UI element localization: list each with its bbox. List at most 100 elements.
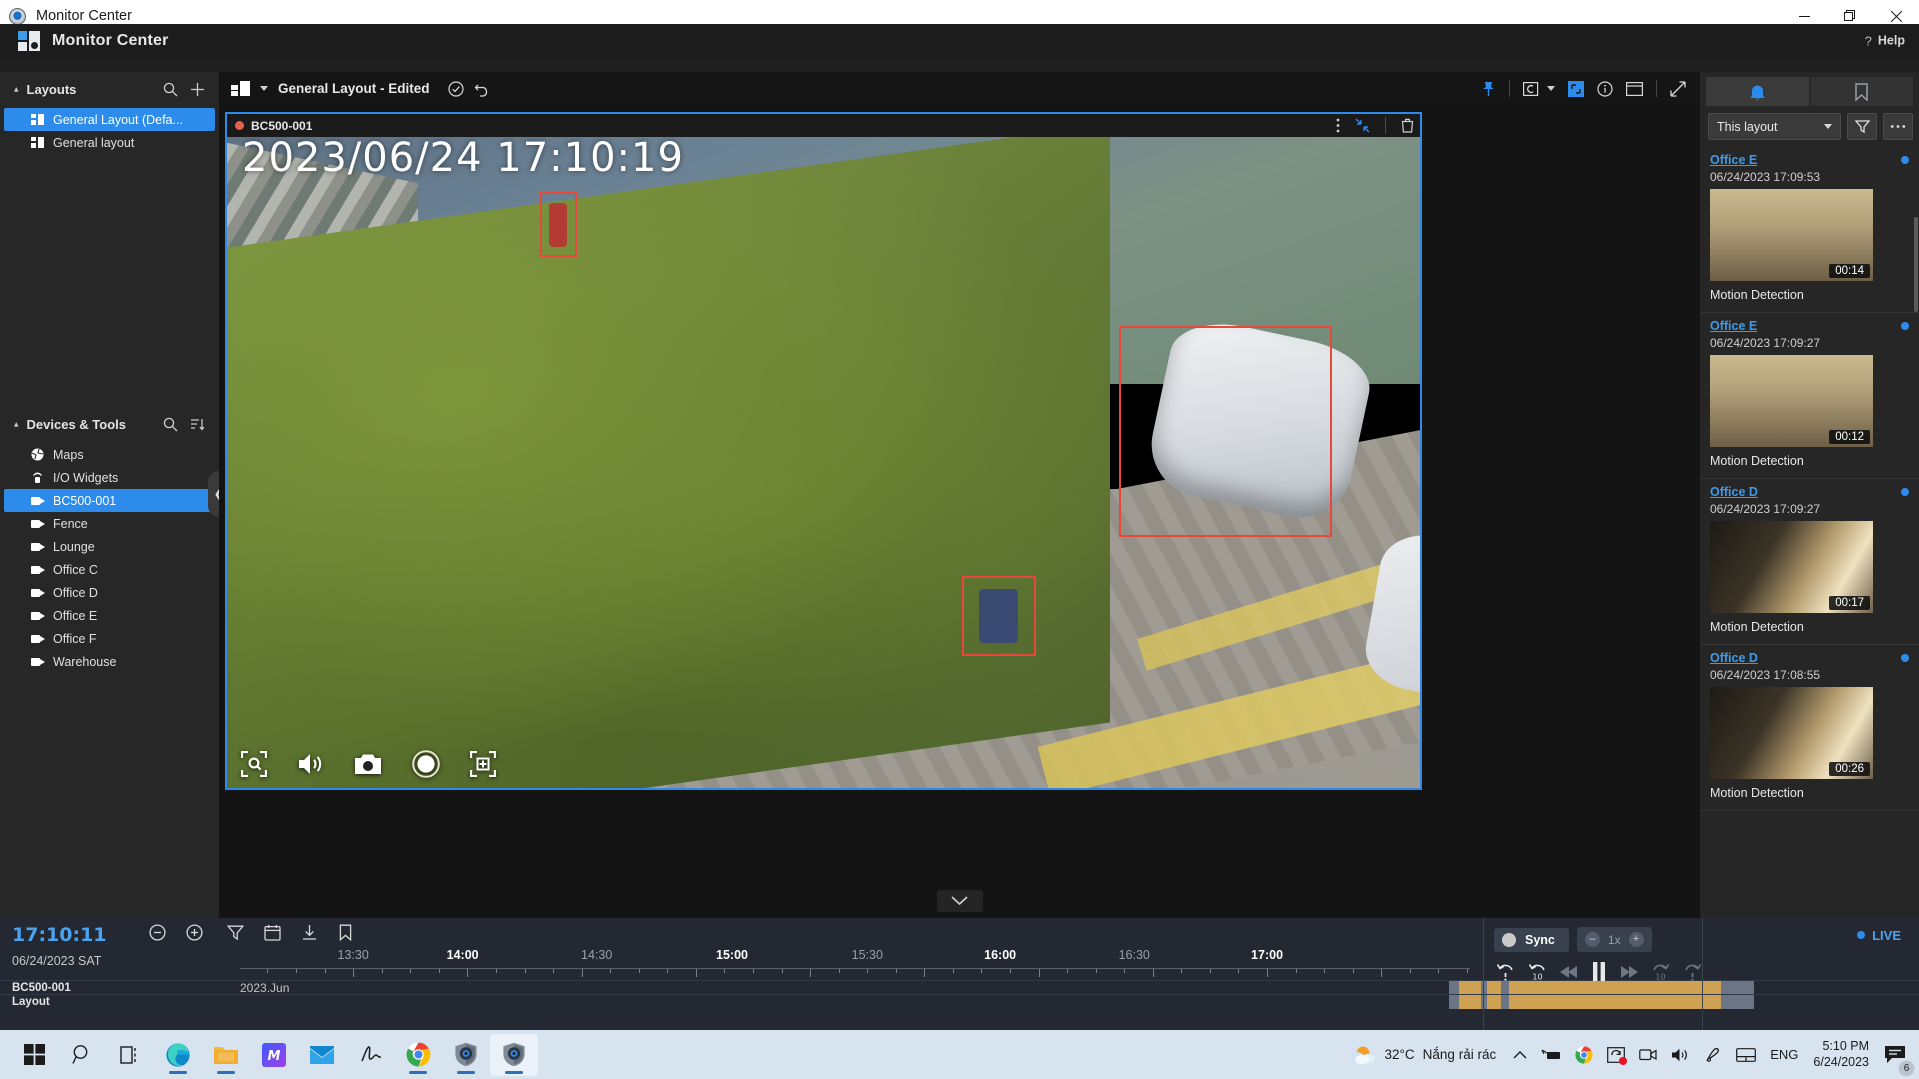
c-badge-icon[interactable] xyxy=(1523,81,1541,96)
mail-button[interactable] xyxy=(298,1034,346,1076)
sidebar-item-lounge[interactable]: Lounge xyxy=(4,535,215,558)
sidebar-item-office-e[interactable]: Office E xyxy=(4,604,215,627)
event-thumbnail[interactable]: 00:26 xyxy=(1710,687,1873,779)
pen-button[interactable] xyxy=(346,1034,394,1076)
search-icon[interactable] xyxy=(161,80,180,99)
sidebar-item-fence[interactable]: Fence xyxy=(4,512,215,535)
events-filter-button[interactable] xyxy=(1847,113,1877,140)
calendar-icon[interactable] xyxy=(263,924,281,946)
pause-icon[interactable] xyxy=(1591,962,1607,981)
speed-decrease-button[interactable]: – xyxy=(1584,932,1600,947)
task-view-button[interactable] xyxy=(106,1034,154,1076)
download-icon[interactable] xyxy=(301,924,318,946)
record-icon[interactable] xyxy=(412,750,440,778)
event-card[interactable]: Office D 06/24/2023 17:08:55 00:26 Motio… xyxy=(1700,645,1919,811)
chevron-down-icon[interactable] xyxy=(1547,86,1555,91)
sync-toggle[interactable]: Sync xyxy=(1494,927,1569,952)
snapshot-icon[interactable] xyxy=(354,753,382,775)
monitor-center-button-1[interactable] xyxy=(442,1034,490,1076)
trash-icon[interactable] xyxy=(1401,118,1414,133)
sync-tray-icon[interactable] xyxy=(1600,1034,1632,1076)
event-card[interactable]: Office D 06/24/2023 17:09:27 00:17 Motio… xyxy=(1700,479,1919,645)
pen-tray-icon[interactable] xyxy=(1697,1034,1729,1076)
more-vertical-icon[interactable] xyxy=(1336,118,1340,133)
expand-diagonal-icon[interactable] xyxy=(1670,80,1686,97)
edge-button[interactable] xyxy=(154,1034,202,1076)
expand-timeline-button[interactable] xyxy=(936,890,983,912)
devices-panel-header[interactable]: ▾ Devices & Tools xyxy=(0,407,219,441)
touchpad-tray-icon[interactable] xyxy=(1729,1034,1763,1076)
bookmarks-tab[interactable] xyxy=(1810,77,1913,106)
fast-forward-icon[interactable] xyxy=(1620,965,1638,979)
notifications-tab[interactable] xyxy=(1706,77,1809,106)
sidebar-item-io-widgets[interactable]: I/O Widgets xyxy=(4,466,215,489)
sidebar-item-office-f[interactable]: Office F xyxy=(4,627,215,650)
events-more-button[interactable] xyxy=(1883,113,1913,140)
event-card[interactable]: Office E 06/24/2023 17:09:27 00:12 Motio… xyxy=(1700,313,1919,479)
sidebar-item-warehouse[interactable]: Warehouse xyxy=(4,650,215,673)
show-hidden-icons-button[interactable] xyxy=(1506,1034,1534,1076)
chrome-button[interactable] xyxy=(394,1034,442,1076)
undo-icon[interactable] xyxy=(474,81,491,97)
layout-selector-icon[interactable] xyxy=(231,81,250,96)
info-icon[interactable] xyxy=(1597,80,1613,97)
fit-icon[interactable] xyxy=(1568,80,1584,97)
start-button[interactable] xyxy=(10,1034,58,1076)
sidebar-item-office-c[interactable]: Office C xyxy=(4,558,215,581)
rewind-10-icon[interactable]: 10 xyxy=(1528,962,1547,981)
window-icon[interactable] xyxy=(1626,81,1643,96)
taskbar-clock[interactable]: 5:10 PM 6/24/2023 xyxy=(1805,1039,1877,1070)
live-video-stream[interactable]: 2023/06/24 17:10:19 xyxy=(227,137,1420,788)
audio-icon[interactable] xyxy=(297,752,324,776)
sidebar-item-general-layout-default[interactable]: General Layout (Defa... xyxy=(4,108,215,131)
filter-icon[interactable] xyxy=(226,924,244,946)
file-explorer-button[interactable] xyxy=(202,1034,250,1076)
sidebar-item-maps[interactable]: Maps xyxy=(4,443,215,466)
monitor-center-button-2[interactable] xyxy=(490,1033,538,1076)
language-indicator[interactable]: ENG xyxy=(1763,1034,1805,1076)
search-icon[interactable] xyxy=(161,415,180,434)
sidebar-item-general-layout[interactable]: General layout xyxy=(4,131,215,154)
live-indicator[interactable]: LIVE xyxy=(1857,928,1901,943)
network-tray-icon[interactable] xyxy=(1534,1034,1568,1076)
event-source-link[interactable]: Office D xyxy=(1710,651,1758,665)
event-thumbnail[interactable]: 00:17 xyxy=(1710,521,1873,613)
camera-tray-icon[interactable] xyxy=(1632,1034,1664,1076)
save-layout-icon[interactable] xyxy=(447,80,464,97)
search-button[interactable] xyxy=(58,1034,106,1076)
zoom-out-icon[interactable] xyxy=(148,924,166,946)
speed-increase-button[interactable]: + xyxy=(1628,932,1644,947)
event-thumbnail[interactable]: 00:12 xyxy=(1710,355,1873,447)
chevron-collapse-icon[interactable]: ▾ xyxy=(14,419,19,430)
event-scope-select[interactable]: This layout xyxy=(1708,113,1841,140)
event-source-link[interactable]: Office D xyxy=(1710,485,1758,499)
volume-tray-icon[interactable] xyxy=(1664,1034,1697,1076)
event-source-link[interactable]: Office E xyxy=(1710,319,1757,333)
collapse-icon[interactable] xyxy=(1355,118,1370,133)
camera-tile[interactable]: BC500-001 2023/06/24 17:10:19 xyxy=(225,112,1422,790)
forward-10-icon[interactable]: 10 xyxy=(1651,962,1670,981)
sort-icon[interactable] xyxy=(188,415,207,434)
chevron-down-icon[interactable] xyxy=(260,86,268,91)
event-source-link[interactable]: Office E xyxy=(1710,153,1757,167)
timeline-ruler[interactable]: 13:30 14:00 14:30 15:00 15:30 16:00 16:3… xyxy=(240,948,1470,978)
fisheye-icon[interactable] xyxy=(470,751,496,777)
event-card[interactable]: Office E 06/24/2023 17:09:53 00:14 Motio… xyxy=(1700,147,1919,313)
rewind-icon[interactable] xyxy=(1560,965,1578,979)
zoom-in-icon[interactable] xyxy=(185,924,203,946)
app-m-button[interactable]: M xyxy=(250,1034,298,1076)
chrome-tray-icon[interactable] xyxy=(1568,1034,1600,1076)
sidebar-item-bc500-001[interactable]: BC500-001 xyxy=(4,489,215,512)
chevron-collapse-icon[interactable]: ▾ xyxy=(14,84,19,95)
events-scrollbar[interactable] xyxy=(1914,217,1918,312)
add-layout-icon[interactable] xyxy=(188,80,207,99)
bookmark-icon[interactable] xyxy=(338,924,353,946)
help-button[interactable]: ? Help xyxy=(1865,33,1905,48)
digital-zoom-icon[interactable] xyxy=(241,751,267,777)
jump-prev-event-icon[interactable] xyxy=(1496,962,1515,981)
sidebar-item-office-d[interactable]: Office D xyxy=(4,581,215,604)
event-thumbnail[interactable]: 00:14 xyxy=(1710,189,1873,281)
notification-center-button[interactable]: 6 xyxy=(1877,1034,1915,1077)
pin-icon[interactable] xyxy=(1481,81,1496,97)
weather-widget[interactable]: 32°C Nắng rải rác xyxy=(1340,1044,1507,1066)
